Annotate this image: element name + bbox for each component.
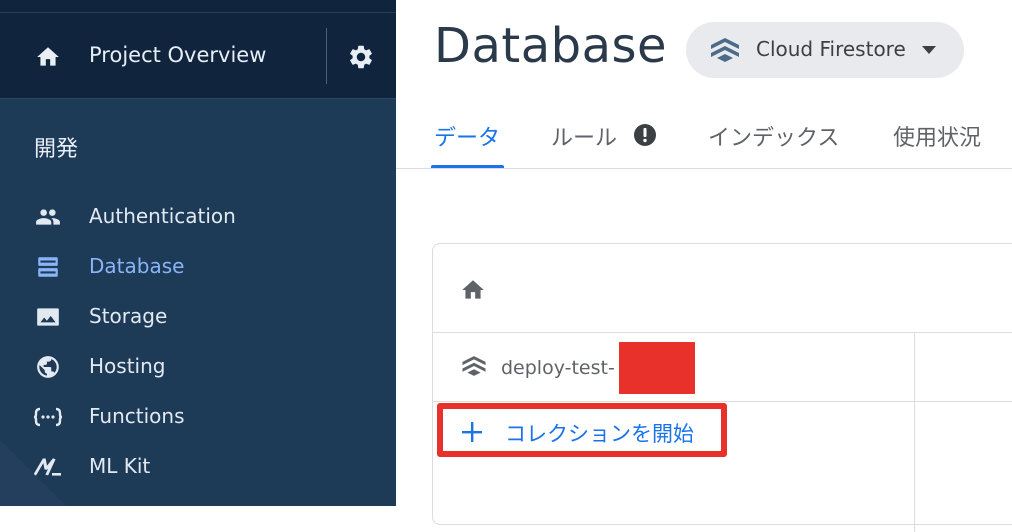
sidebar-item-label: ML Kit: [89, 454, 151, 478]
plus-icon: [462, 422, 482, 442]
tab-bar: データ ルール インデックス 使用状況: [396, 108, 1012, 170]
home-icon[interactable]: [459, 277, 487, 303]
header-divider: [0, 12, 396, 13]
sidebar-item-functions[interactable]: Functions: [0, 397, 396, 437]
sidebar-decoration: [0, 440, 66, 506]
tab-rules[interactable]: ルール: [551, 120, 617, 152]
project-id: deploy-test-: [501, 357, 615, 379]
data-panel: deploy-test- コレクションを開始: [432, 243, 1012, 532]
sidebar-item-storage[interactable]: Storage: [0, 297, 396, 337]
gear-icon[interactable]: [347, 43, 375, 71]
sidebar-item-label: Storage: [89, 304, 168, 328]
database-type-selector[interactable]: Cloud Firestore: [686, 22, 964, 78]
section-title-develop: 開発: [34, 137, 79, 162]
redaction-box: [619, 342, 695, 394]
project-header: Project Overview: [0, 0, 396, 99]
sidebar-item-label: Hosting: [89, 354, 166, 378]
tab-data[interactable]: データ: [434, 120, 500, 152]
start-collection-button[interactable]: コレクションを開始: [437, 403, 727, 457]
page-title: Database: [434, 18, 668, 74]
database-icon: [38, 257, 58, 277]
caret-down-icon: [922, 46, 936, 54]
home-icon[interactable]: [35, 44, 61, 70]
sidebar-item-authentication[interactable]: Authentication: [0, 197, 396, 237]
tab-indexes[interactable]: インデックス: [708, 120, 839, 152]
header-vertical-divider: [326, 28, 327, 84]
firestore-icon: [711, 38, 739, 62]
database-type-label: Cloud Firestore: [756, 37, 906, 61]
column-divider: [914, 332, 915, 532]
sidebar: Project Overview 開発 Authentication Datab…: [0, 0, 396, 506]
firestore-icon: [462, 356, 486, 376]
people-icon: [36, 209, 60, 225]
sidebar-item-hosting[interactable]: Hosting: [0, 347, 396, 387]
panel-divider: [433, 401, 1012, 402]
sidebar-item-database[interactable]: Database: [0, 247, 396, 287]
globe-icon: [37, 356, 59, 378]
header-bottom-divider: [0, 98, 396, 99]
tab-usage[interactable]: 使用状況: [893, 120, 981, 152]
tabs-divider: [396, 168, 1012, 169]
start-collection-label: コレクションを開始: [505, 422, 694, 446]
sidebar-item-label: Database: [89, 254, 185, 278]
sidebar-item-label: Functions: [89, 404, 185, 428]
project-root-row[interactable]: deploy-test-: [433, 333, 914, 401]
project-overview-link[interactable]: Project Overview: [89, 43, 266, 67]
warning-icon: [634, 124, 656, 146]
image-icon: [37, 308, 59, 326]
sidebar-item-label: Authentication: [89, 204, 236, 228]
main-content: Database Cloud Firestore データ ルール インデックス …: [396, 0, 1012, 532]
functions-icon: [33, 407, 63, 427]
